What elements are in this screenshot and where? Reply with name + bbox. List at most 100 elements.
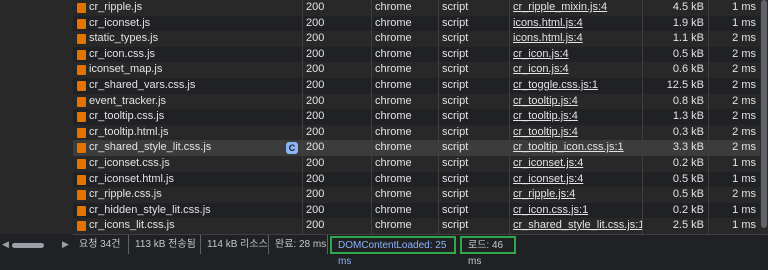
column-divider: [371, 0, 372, 234]
request-name: cr_tooltip.html.js: [73, 125, 302, 141]
request-size: 0.5 kB: [672, 172, 704, 185]
table-row[interactable]: cr_tooltip.html.js 200 chrome script cr_tool…: [73, 124, 760, 141]
request-name-label: cr_tooltip.css.js: [89, 110, 165, 123]
request-status: 200: [306, 79, 325, 91]
horizontal-scrollbar-thumb[interactable]: [12, 243, 44, 248]
request-name-label: static_types.js: [89, 32, 159, 45]
request-name-label: cr_iconset.html.js: [89, 172, 174, 185]
request-name: cr_icons_lit.css.js: [73, 218, 302, 234]
request-initiator[interactable]: cr_ripple_mixin.js:4: [509, 0, 642, 16]
request-initiator-type: script: [442, 141, 469, 154]
request-initiator[interactable]: cr_iconset.js:4: [509, 156, 642, 172]
request-time: 1 ms: [732, 203, 756, 216]
request-status: 200: [306, 110, 325, 123]
request-initiator[interactable]: cr_toggle.css.js:1: [509, 78, 642, 94]
request-initiator[interactable]: cr_ripple.js:4: [509, 187, 642, 203]
request-name: cr_iconset.html.js: [73, 172, 302, 188]
resource-size: 114 kB 리소스: [201, 235, 269, 254]
request-type: chrome: [375, 188, 412, 201]
request-initiator[interactable]: cr_shared_style_lit.css.js:1: [509, 218, 642, 234]
request-initiator-type: script: [442, 94, 469, 107]
request-time: 2 ms: [732, 110, 756, 123]
horizontal-scrollbar[interactable]: ◀ ▶: [0, 236, 73, 254]
table-row[interactable]: event_tracker.js 200 chrome script cr_toolti…: [73, 93, 760, 110]
request-status: 200: [306, 125, 325, 138]
request-count: 요청 34건: [73, 235, 129, 254]
request-time: 1 ms: [732, 16, 756, 29]
request-initiator[interactable]: cr_icon.js:4: [509, 47, 642, 63]
override-badge-icon[interactable]: C: [286, 142, 298, 155]
request-name-label: cr_tooltip.html.js: [89, 125, 169, 138]
request-initiator[interactable]: cr_iconset.js:4: [509, 172, 642, 188]
script-file-icon: [77, 174, 86, 185]
request-size: 4.5 kB: [672, 1, 704, 13]
request-initiator-type: script: [442, 188, 469, 201]
request-status: 200: [306, 141, 325, 154]
request-size: 2.5 kB: [672, 219, 704, 232]
request-initiator-type: script: [442, 63, 469, 76]
table-row[interactable]: iconset_map.js 200 chrome script cr_icon.js:…: [73, 62, 760, 78]
request-name: cr_shared_vars.css.js: [73, 78, 302, 94]
table-row[interactable]: static_types.js 200 chrome script icons.html…: [73, 31, 760, 47]
request-size: 1.1 kB: [672, 32, 704, 45]
request-type: chrome: [375, 63, 412, 76]
network-status-bar: 요청 34건 113 kB 전송됨 114 kB 리소스 완료: 28 ms D…: [73, 234, 768, 267]
request-size: 3.3 kB: [672, 141, 704, 154]
request-initiator[interactable]: cr_icon.js:4: [509, 62, 642, 78]
table-row[interactable]: cr_icon.css.js 200 chrome script cr_icon.js:…: [73, 46, 760, 63]
table-row[interactable]: cr_iconset.html.js 200 chrome script cr_icon…: [73, 171, 760, 188]
request-name: iconset_map.js: [73, 62, 302, 78]
table-row[interactable]: cr_tooltip.css.js 200 chrome script cr_toolt…: [73, 109, 760, 125]
request-initiator[interactable]: icons.html.js:4: [509, 16, 642, 32]
table-row[interactable]: cr_icons_lit.css.js 200 chrome script cr_sha…: [73, 218, 760, 234]
request-time: 1 ms: [732, 219, 756, 232]
table-row[interactable]: cr_ripple.js 200 chrome script cr_ripple_mix…: [73, 0, 760, 16]
script-file-icon: [77, 205, 86, 216]
request-type: chrome: [375, 172, 412, 185]
request-initiator[interactable]: cr_tooltip_icon.css.js:1: [509, 140, 642, 156]
request-time: 1 ms: [732, 172, 756, 185]
request-initiator-type: script: [442, 1, 469, 13]
finish-time: 완료: 28 ms: [269, 235, 328, 254]
network-request-table: cr_icons_lit.css.js 200 chrome script cr_sha…: [73, 0, 768, 234]
script-file-icon: [77, 18, 86, 29]
request-initiator[interactable]: icons.html.js:4: [509, 31, 642, 47]
request-name-label: cr_hidden_style_lit.css.js: [89, 203, 211, 216]
request-name-label: cr_icon.css.js: [89, 47, 156, 60]
request-type: chrome: [375, 94, 412, 107]
table-row[interactable]: cr_iconset.css.js 200 chrome script cr_icons…: [73, 156, 760, 172]
table-row[interactable]: cr_shared_style_lit.css.js C 200 chrome scri…: [73, 140, 760, 156]
request-size: 0.6 kB: [672, 63, 704, 76]
request-initiator[interactable]: cr_icon.css.js:1: [509, 203, 642, 219]
request-name-label: cr_iconset.js: [89, 16, 151, 29]
vertical-scrollbar-thumb[interactable]: [761, 0, 767, 228]
request-initiator-type: script: [442, 79, 469, 91]
scroll-right-icon[interactable]: ▶: [62, 239, 69, 250]
request-size: 0.8 kB: [672, 94, 704, 107]
table-row[interactable]: cr_ripple.css.js 200 chrome script cr_ripple…: [73, 187, 760, 203]
request-initiator-type: script: [442, 32, 469, 45]
column-divider: [642, 0, 643, 234]
script-file-icon: [77, 143, 86, 154]
request-name-label: cr_icons_lit.css.js: [89, 219, 175, 232]
request-initiator[interactable]: cr_tooltip.js:4: [509, 109, 642, 125]
request-initiator[interactable]: cr_tooltip.js:4: [509, 125, 642, 141]
table-row[interactable]: cr_iconset.js 200 chrome script icons.html.j…: [73, 15, 760, 32]
scroll-left-icon[interactable]: ◀: [2, 239, 9, 250]
request-name: cr_iconset.js: [73, 16, 302, 32]
script-file-icon: [77, 65, 86, 76]
dom-content-loaded-time: DOMContentLoaded: 25 ms: [330, 236, 456, 267]
request-name: cr_shared_style_lit.css.js C: [73, 140, 302, 156]
request-name-label: cr_ripple.js: [89, 1, 143, 13]
vertical-scrollbar[interactable]: [760, 0, 768, 234]
request-initiator-type: script: [442, 172, 469, 185]
request-name: static_types.js: [73, 31, 302, 47]
table-row[interactable]: cr_shared_vars.css.js 200 chrome script cr_t…: [73, 78, 760, 94]
column-divider: [302, 0, 303, 234]
table-row[interactable]: cr_hidden_style_lit.css.js 200 chrome scrip…: [73, 202, 760, 219]
request-name: event_tracker.js: [73, 94, 302, 110]
request-type: chrome: [375, 203, 412, 216]
request-initiator-type: script: [442, 203, 469, 216]
request-initiator[interactable]: cr_tooltip.js:4: [509, 94, 642, 110]
column-divider: [708, 0, 709, 234]
